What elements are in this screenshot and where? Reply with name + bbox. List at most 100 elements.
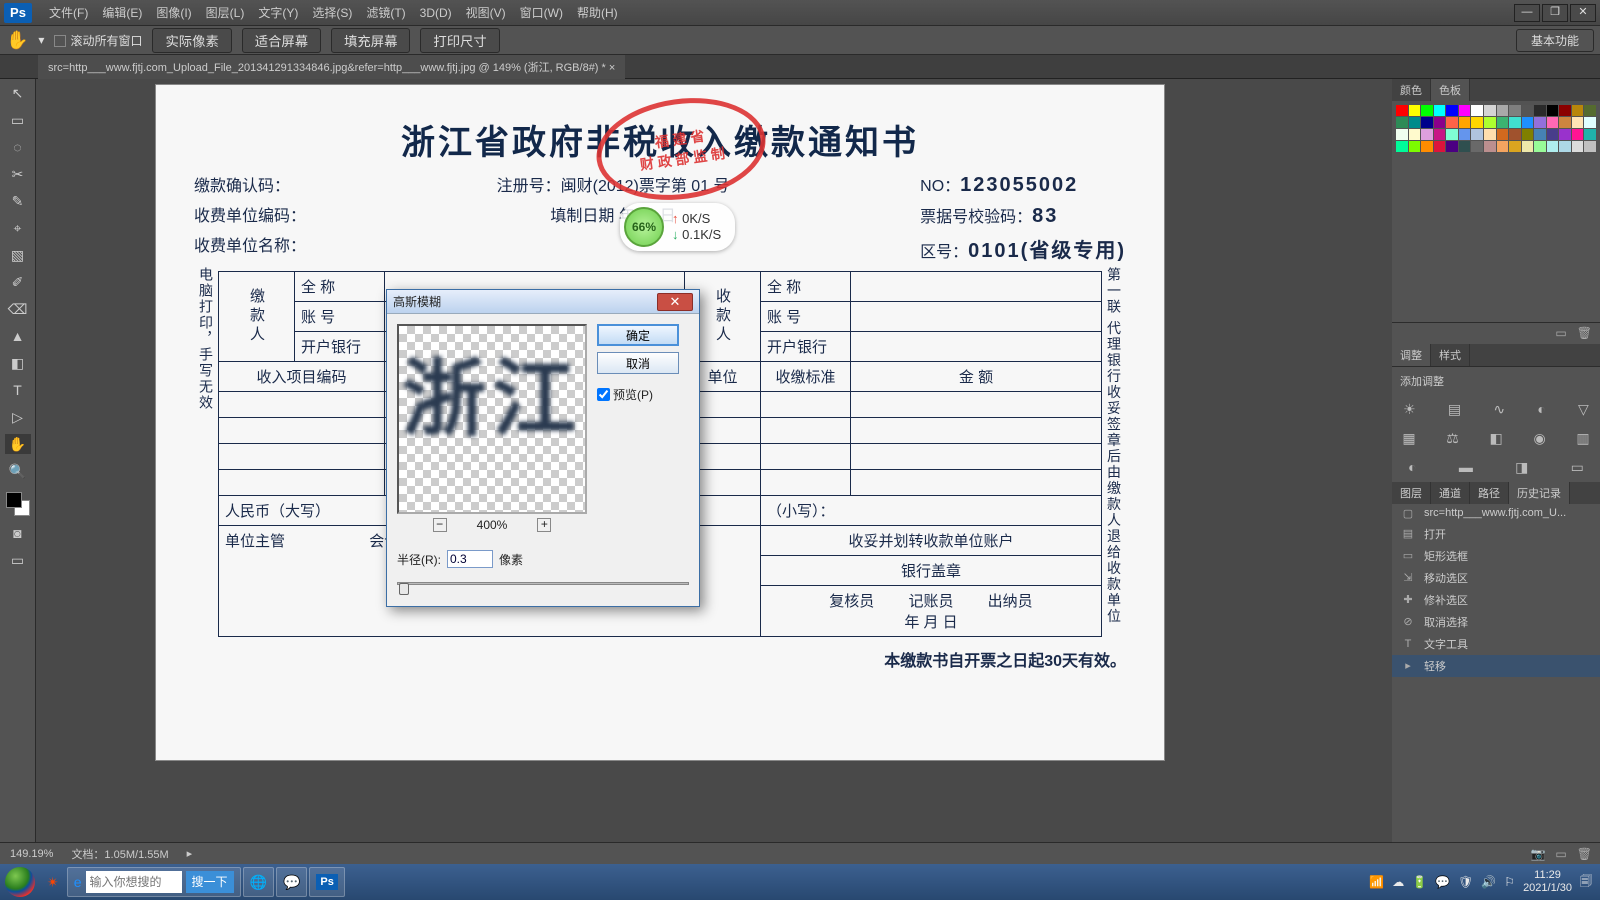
ok-button[interactable]: 确定 [597, 324, 679, 346]
swatch[interactable] [1434, 129, 1446, 140]
tray-icon[interactable]: 📶 [1369, 875, 1384, 889]
swatch[interactable] [1409, 117, 1421, 128]
scroll-all-checkbox[interactable] [54, 35, 66, 47]
swatch[interactable] [1584, 117, 1596, 128]
tray-icon[interactable]: 💬 [1435, 875, 1450, 889]
history-item[interactable]: ▤打开 [1392, 523, 1600, 545]
swatch[interactable] [1446, 129, 1458, 140]
actual-pixels-button[interactable]: 实际像素 [152, 28, 231, 53]
maximize-button[interactable]: ❐ [1542, 4, 1568, 22]
swatch[interactable] [1534, 117, 1546, 128]
swatch[interactable] [1471, 105, 1483, 116]
swatch[interactable] [1484, 117, 1496, 128]
swatch[interactable] [1559, 129, 1571, 140]
tray-icon[interactable]: 🛡 [1458, 875, 1473, 889]
eraser-tool[interactable]: ⌫ [5, 299, 31, 319]
posterize-icon[interactable]: ▬ [1459, 459, 1473, 476]
taskbar-photoshop[interactable]: Ps [309, 867, 344, 897]
tray-icon[interactable]: 🔋 [1412, 875, 1427, 889]
swatch[interactable] [1522, 141, 1534, 152]
zoom-in-button[interactable]: + [537, 518, 551, 532]
menu-3d[interactable]: 3D(D) [413, 6, 459, 20]
gradient-map-icon[interactable]: ▭ [1571, 459, 1584, 476]
bw-icon[interactable]: ◧ [1490, 430, 1503, 447]
swatch[interactable] [1409, 129, 1421, 140]
tab-adjustments[interactable]: 调整 [1392, 344, 1431, 366]
dialog-titlebar[interactable]: 高斯模糊 ✕ [387, 290, 699, 314]
blur-preview[interactable]: 浙江 [397, 324, 587, 514]
swatch[interactable] [1459, 141, 1471, 152]
swatch[interactable] [1559, 141, 1571, 152]
swatch[interactable] [1534, 105, 1546, 116]
history-source[interactable]: ▢src=http___www.fjtj.com_U... [1392, 504, 1600, 523]
snapshot-icon[interactable]: 📷 [1530, 847, 1545, 861]
foreground-background-colors[interactable] [6, 492, 30, 516]
tray-icon[interactable]: ⚐ [1504, 875, 1515, 889]
swatch[interactable] [1572, 129, 1584, 140]
history-item[interactable]: ⊘取消选择 [1392, 611, 1600, 633]
swatch[interactable] [1534, 129, 1546, 140]
dropdown-icon[interactable]: ▾ [38, 33, 44, 47]
gradient-tool[interactable]: ▲ [5, 326, 31, 346]
swatch[interactable] [1497, 141, 1509, 152]
print-size-button[interactable]: 打印尺寸 [420, 28, 499, 53]
tab-styles[interactable]: 样式 [1431, 344, 1470, 366]
swatch[interactable] [1409, 141, 1421, 152]
levels-icon[interactable]: ▤ [1448, 401, 1461, 418]
stamp-tool[interactable]: ✐ [5, 272, 31, 292]
zoom-tool[interactable]: 🔍 [5, 461, 31, 481]
swatch[interactable] [1547, 105, 1559, 116]
swatch[interactable] [1522, 129, 1534, 140]
swatch[interactable] [1396, 141, 1408, 152]
history-item[interactable]: T文字工具 [1392, 633, 1600, 655]
history-item[interactable]: ⇲移动选区 [1392, 567, 1600, 589]
swatch[interactable] [1396, 105, 1408, 116]
history-item[interactable]: ▭矩形选框 [1392, 545, 1600, 567]
swatch[interactable] [1572, 141, 1584, 152]
workspace-switcher[interactable]: 基本功能 [1516, 29, 1594, 52]
swatch[interactable] [1572, 105, 1584, 116]
swatch[interactable] [1584, 129, 1596, 140]
eyedropper-tool[interactable]: ✎ [5, 191, 31, 211]
swatch[interactable] [1522, 105, 1534, 116]
swatch[interactable] [1471, 117, 1483, 128]
delete-swatch-icon[interactable]: 🗑 [1577, 326, 1592, 340]
hand-tool[interactable]: ✋ [5, 434, 31, 454]
pen-tool[interactable]: ◧ [5, 353, 31, 373]
curves-icon[interactable]: ∿ [1493, 401, 1505, 418]
tab-paths[interactable]: 路径 [1470, 482, 1509, 504]
fit-screen-button[interactable]: 适合屏幕 [242, 28, 321, 53]
tray-icon[interactable]: 🔊 [1481, 875, 1496, 889]
swatch[interactable] [1396, 129, 1408, 140]
tray-icon[interactable]: 🗐 [1580, 872, 1592, 893]
network-widget[interactable]: 66% 0K/S 0.1K/S [620, 203, 735, 251]
start-button[interactable] [0, 864, 40, 900]
swatch[interactable] [1459, 129, 1471, 140]
tab-layers[interactable]: 图层 [1392, 482, 1431, 504]
tab-history[interactable]: 历史记录 [1509, 482, 1570, 504]
search-input[interactable] [86, 871, 182, 893]
search-go-button[interactable]: 搜一下 [186, 871, 234, 893]
hue-icon[interactable]: ▦ [1402, 430, 1415, 447]
canvas-area[interactable]: 福 建 省 财 政 部 监 制 浙江省政府非税收入缴款通知书 缴款确认码： 收费… [36, 79, 1392, 864]
swatch[interactable] [1497, 105, 1509, 116]
radius-slider[interactable] [397, 582, 689, 596]
close-button[interactable]: ✕ [1570, 4, 1596, 22]
dialog-close-button[interactable]: ✕ [657, 293, 693, 311]
marquee-tool[interactable]: ▭ [5, 110, 31, 130]
menu-edit[interactable]: 编辑(E) [95, 4, 149, 21]
swatch[interactable] [1547, 141, 1559, 152]
brightness-icon[interactable]: ☀ [1403, 401, 1416, 418]
menu-view[interactable]: 视图(V) [459, 4, 513, 21]
swatch[interactable] [1547, 117, 1559, 128]
swatch[interactable] [1559, 117, 1571, 128]
swatch[interactable] [1459, 105, 1471, 116]
menu-image[interactable]: 图像(I) [149, 4, 198, 21]
swatch[interactable] [1497, 117, 1509, 128]
swatch[interactable] [1484, 129, 1496, 140]
history-item-selected[interactable]: ▸轻移 [1392, 655, 1600, 677]
brush-tool[interactable]: ▧ [5, 245, 31, 265]
screen-mode-icon[interactable]: ▭ [5, 550, 31, 570]
swatch[interactable] [1446, 141, 1458, 152]
swatch[interactable] [1572, 117, 1584, 128]
